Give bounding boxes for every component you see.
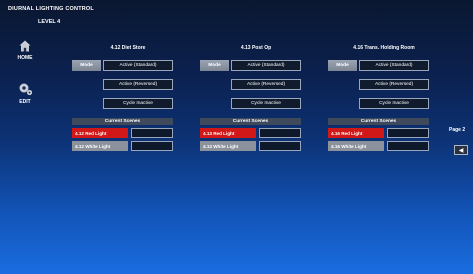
arrow-left-icon: ◀	[458, 147, 464, 154]
edit-button[interactable]: EDIT	[10, 82, 40, 105]
zone-title: 4.13 Post Op	[240, 45, 272, 51]
red-light-scene-button[interactable]: 4.12 Red Light	[72, 128, 128, 138]
home-button[interactable]: HOME	[10, 40, 40, 61]
cycle-inactive-button[interactable]: Cycle Inactive	[359, 98, 429, 109]
scene-value-field	[387, 141, 429, 151]
scene-row: 4.16 White Light	[328, 141, 440, 151]
scene-value-field	[131, 128, 173, 138]
lighting-control-screen: DIURNAL LIGHTING CONTROL LEVEL 4 HOME ED…	[0, 0, 473, 274]
current-scenes-header: Current Scenes	[72, 118, 173, 125]
active-reversed-button[interactable]: Active (Reversed)	[231, 79, 301, 90]
scene-row: 4.13 White Light	[200, 141, 312, 151]
white-light-scene-button[interactable]: 4.16 White Light	[328, 141, 384, 151]
cycle-inactive-button[interactable]: Cycle Inactive	[231, 98, 301, 109]
zone-panel-4-16: 4.16 Trans. Holding Room Mode Active (St…	[328, 45, 440, 151]
zone-panel-4-13: 4.13 Post Op Mode Active (Standard) Acti…	[200, 45, 312, 151]
home-label: HOME	[17, 55, 33, 61]
scene-row: 4.12 Red Light	[72, 128, 184, 138]
red-light-scene-button[interactable]: 4.13 Red Light	[200, 128, 256, 138]
mode-active-standard-button[interactable]: Active (Standard)	[103, 60, 173, 71]
mode-active-standard-button[interactable]: Active (Standard)	[359, 60, 429, 71]
active-reversed-button[interactable]: Active (Reversed)	[359, 79, 429, 90]
edit-label: EDIT	[19, 99, 31, 105]
mode-button[interactable]: Mode	[200, 60, 229, 71]
scene-row: 4.13 Red Light	[200, 128, 312, 138]
mode-button[interactable]: Mode	[72, 60, 101, 71]
mode-button[interactable]: Mode	[328, 60, 357, 71]
page-back-button[interactable]: ◀	[454, 145, 468, 155]
white-light-scene-button[interactable]: 4.13 White Light	[200, 141, 256, 151]
scene-row: 4.12 White Light	[72, 141, 184, 151]
cycle-inactive-button[interactable]: Cycle Inactive	[103, 98, 173, 109]
app-title: DIURNAL LIGHTING CONTROL	[8, 6, 94, 12]
scene-value-field	[259, 141, 301, 151]
current-scenes-header: Current Scenes	[328, 118, 429, 125]
scene-value-field	[131, 141, 173, 151]
scene-value-field	[387, 128, 429, 138]
house-icon	[19, 40, 31, 52]
zone-title: 4.16 Trans. Holding Room	[353, 45, 415, 51]
scene-row: 4.16 Red Light	[328, 128, 440, 138]
page-label: Page 2	[449, 127, 466, 133]
white-light-scene-button[interactable]: 4.12 White Light	[72, 141, 128, 151]
active-reversed-button[interactable]: Active (Reversed)	[103, 79, 173, 90]
zone-title: 4.12 Diet Store	[110, 45, 146, 51]
red-light-scene-button[interactable]: 4.16 Red Light	[328, 128, 384, 138]
level-title: LEVEL 4	[38, 19, 61, 25]
gears-icon	[19, 83, 32, 96]
zone-panel-4-12: 4.12 Diet Store Mode Active (Standard) A…	[72, 45, 184, 151]
current-scenes-header: Current Scenes	[200, 118, 301, 125]
scene-value-field	[259, 128, 301, 138]
mode-active-standard-button[interactable]: Active (Standard)	[231, 60, 301, 71]
